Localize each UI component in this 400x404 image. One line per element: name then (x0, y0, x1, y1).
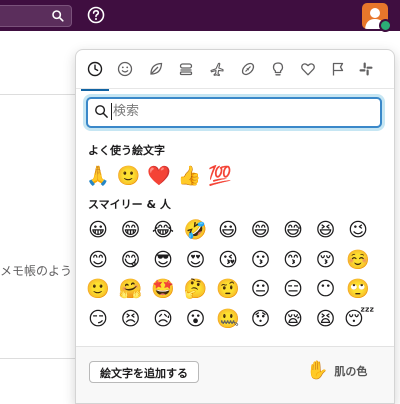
divider (0, 94, 75, 95)
emoji-button[interactable]: 😊 (84, 246, 112, 274)
emoji-button[interactable]: 😎 (149, 246, 177, 274)
emoji-button[interactable]: 🙏 (84, 162, 112, 190)
emoji-category-tabs (76, 50, 394, 91)
emoji-button[interactable]: 🙄 (344, 275, 372, 303)
emoji-button[interactable]: 🤨 (214, 275, 242, 303)
emoji-button[interactable]: 🙂 (115, 162, 143, 190)
flag-icon (332, 62, 344, 76)
emoji-button[interactable]: 😗 (247, 246, 275, 274)
emoji-button[interactable]: 😴 (344, 305, 374, 333)
ball-icon (241, 62, 255, 76)
picker-footer: 絵文字を追加する ✋ 肌の色 (76, 346, 394, 403)
emoji-button[interactable]: 😚 (312, 246, 340, 274)
emoji-button[interactable]: 😏 (84, 305, 112, 333)
emoji-button[interactable]: 😄 (247, 216, 275, 244)
emoji-button[interactable]: 😪 (279, 305, 307, 333)
skin-tone-selector[interactable]: ✋ 肌の色 (306, 359, 367, 383)
search-icon (95, 105, 108, 118)
heart-icon (301, 63, 315, 76)
frequent-section-title: よく使う絵文字 (88, 144, 165, 157)
lightbulb-icon (272, 62, 284, 76)
emoji-button[interactable]: 😮 (182, 305, 210, 333)
emoji-button[interactable]: 😆 (312, 216, 340, 244)
presence-indicator (379, 19, 392, 32)
tab-custom[interactable] (355, 58, 377, 80)
tab-recent[interactable] (81, 58, 109, 91)
emoji-button[interactable]: 😐 (247, 275, 275, 303)
divider (0, 358, 75, 359)
smileys-section-title: スマイリー & 人 (88, 198, 171, 211)
tab-flags[interactable] (327, 58, 349, 80)
emoji-button[interactable]: 💯 (206, 162, 234, 190)
emoji-button[interactable]: 🙂 (84, 275, 112, 303)
emoji-button[interactable]: 😘 (214, 246, 242, 274)
background-message-text: メモ帳のよう (0, 264, 73, 278)
tab-smileys[interactable] (114, 58, 136, 80)
emoji-button[interactable]: 😉 (344, 216, 372, 244)
smiley-icon (117, 61, 133, 77)
emoji-button[interactable]: 🤗 (117, 275, 145, 303)
emoji-button[interactable]: 🤩 (149, 275, 177, 303)
emoji-button[interactable]: 😯 (247, 305, 275, 333)
tab-nature[interactable] (145, 58, 167, 80)
skin-tone-label: 肌の色 (334, 365, 368, 378)
emoji-search-field[interactable] (86, 97, 382, 128)
clock-icon (87, 61, 103, 77)
emoji-button[interactable]: 🤔 (182, 275, 210, 303)
tab-activities[interactable] (237, 58, 259, 80)
emoji-button[interactable]: 😅 (279, 216, 307, 244)
emoji-button[interactable]: 😍 (182, 246, 210, 274)
tab-travel[interactable] (206, 58, 228, 80)
emoji-button[interactable]: 🤣 (182, 216, 210, 244)
emoji-button[interactable]: 😥 (149, 305, 177, 333)
add-emoji-button[interactable]: 絵文字を追加する (89, 361, 199, 383)
emoji-button[interactable]: 😙 (279, 246, 307, 274)
slack-icon (359, 62, 373, 76)
tab-food[interactable] (175, 58, 197, 80)
help-icon[interactable] (87, 6, 105, 24)
emoji-button[interactable]: 😫 (312, 305, 340, 333)
emoji-button[interactable]: 😀 (84, 216, 112, 244)
tab-symbols[interactable] (297, 58, 319, 80)
emoji-button[interactable]: 😁 (117, 216, 145, 244)
emoji-button[interactable]: ☺️ (344, 246, 372, 274)
food-icon (179, 63, 193, 76)
search-icon (52, 10, 64, 22)
emoji-button[interactable]: ❤️ (145, 162, 173, 190)
tab-objects[interactable] (267, 58, 289, 80)
emoji-button[interactable]: 😑 (279, 275, 307, 303)
emoji-button[interactable]: 😃 (214, 216, 242, 244)
emoji-button[interactable]: 🤐 (214, 305, 242, 333)
emoji-button[interactable]: 👍 (176, 162, 204, 190)
leaf-icon (150, 62, 163, 75)
emoji-button[interactable]: 😣 (117, 305, 145, 333)
emoji-button[interactable]: 😋 (117, 246, 145, 274)
emoji-picker: よく使う絵文字 スマイリー & 人 😀😁😂🤣😃😄😅😆😉😊😋😎😍😘😗😙😚☺️🙂🤗🤩… (75, 49, 395, 404)
emoji-button[interactable]: 😂 (149, 216, 177, 244)
text-cursor (111, 103, 112, 120)
emoji-button[interactable]: 😶 (312, 275, 340, 303)
workspace-search-bar[interactable] (0, 5, 72, 27)
airplane-icon (210, 62, 224, 77)
emoji-search-input[interactable] (113, 101, 368, 122)
skin-tone-hand-icon: ✋ (306, 360, 329, 381)
